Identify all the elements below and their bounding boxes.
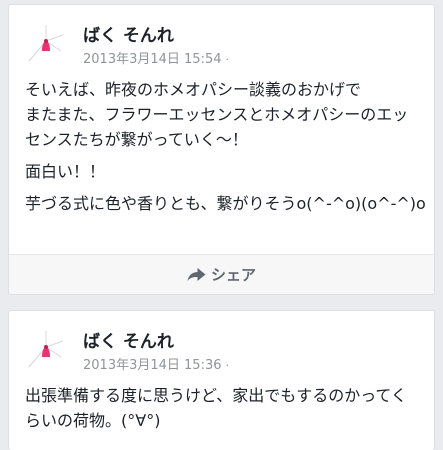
post-timestamp[interactable]: 2013年3月14日 15:36: [83, 358, 222, 373]
avatar[interactable]: [23, 327, 69, 373]
post-text-line: センスたちが繋がっていく〜！: [25, 130, 248, 149]
share-button[interactable]: シェア: [186, 255, 257, 294]
post-header: ばく そんれ 2013年3月14日 15:54 ·: [23, 19, 423, 67]
post-text-line: そいえば、昨夜のホメオパシー談義のおかげで: [25, 80, 362, 99]
post-timestamp[interactable]: 2013年3月14日 15:54: [83, 52, 222, 67]
avatar[interactable]: [23, 21, 69, 67]
privacy-dot-icon: ·: [225, 359, 230, 372]
post-text-line: らいの荷物。(°∀°): [25, 411, 161, 430]
author-name[interactable]: ばく そんれ: [83, 327, 174, 352]
post-card: ばく そんれ 2013年3月14日 15:36 · 出張準備する度に思うけど、家出…: [8, 310, 435, 450]
post-meta: 2013年3月14日 15:54 ·: [83, 48, 229, 67]
post-card: ばく そんれ 2013年3月14日 15:54 · そいえば、昨夜のホメオパシー談…: [8, 4, 435, 295]
post-text-line: またまた、フラワーエッセンスとホメオパシーのエッ: [25, 105, 409, 124]
post-text-line: 面白い！！: [25, 162, 106, 181]
avatar-logo-icon: [28, 331, 64, 368]
author-name[interactable]: ばく そんれ: [83, 21, 174, 46]
privacy-dot-icon: ·: [225, 53, 230, 66]
post-action-bar: シェア: [9, 254, 434, 294]
post-body: 出張準備する度に思うけど、家出でもするのかってく らいの荷物。(°∀°): [25, 383, 425, 433]
post-meta: 2013年3月14日 15:36 ·: [83, 354, 229, 373]
share-arrow-icon: [186, 267, 205, 282]
post-body: そいえば、昨夜のホメオパシー談義のおかげで またまた、フラワーエッセンスとホメオ…: [25, 77, 426, 216]
share-label: シェア: [210, 266, 257, 284]
avatar-logo-icon: [28, 25, 64, 62]
post-text-line: 芋づる式に色や香りとも、繋がりそうo(^-^o)(o^-^)o: [25, 194, 426, 213]
post-text-line: 出張準備する度に思うけど、家出でもするのかってく: [25, 386, 407, 405]
post-header: ばく そんれ 2013年3月14日 15:36 ·: [23, 325, 423, 373]
